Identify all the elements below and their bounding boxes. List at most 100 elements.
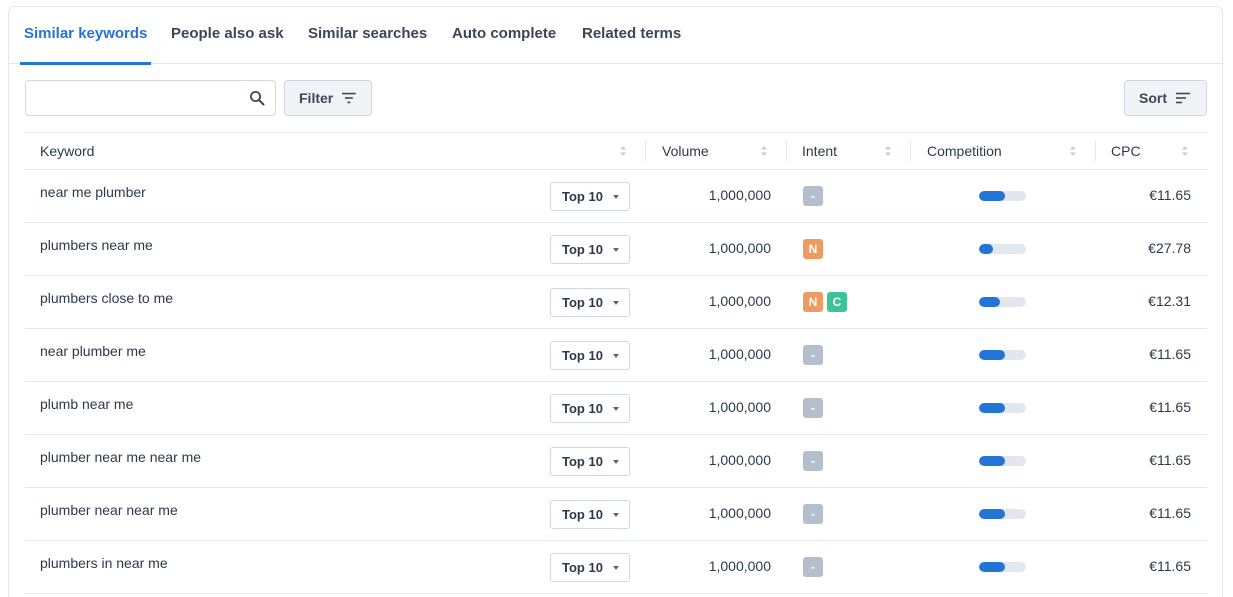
rank-dropdown-label: Top 10 [562, 507, 603, 522]
intent-badge: N [803, 292, 823, 312]
table-row: plumbers near me Top 10 1,000,000 N €27.… [25, 223, 1207, 276]
rank-dropdown[interactable]: Top 10 [550, 182, 630, 211]
competition-bar [979, 350, 1026, 360]
intent-badge: - [803, 451, 823, 471]
tab-auto-complete[interactable]: Auto complete [452, 7, 556, 64]
column-header-volume[interactable]: Volume [662, 133, 709, 170]
volume-cell: 1,000,000 [708, 558, 771, 574]
sort-arrows-icon[interactable] [1181, 145, 1189, 157]
sort-arrows-icon[interactable] [760, 145, 768, 157]
volume-cell: 1,000,000 [708, 399, 771, 415]
cpc-cell: €11.65 [1149, 399, 1191, 415]
intent-cell: N C [803, 292, 847, 312]
column-divider [645, 141, 646, 161]
table-row: plumbers in near me Top 10 1,000,000 - €… [25, 541, 1207, 594]
competition-bar [979, 297, 1026, 307]
table-row: plumb near me Top 10 1,000,000 - €11.65 [25, 382, 1207, 435]
column-header-competition[interactable]: Competition [927, 133, 1002, 170]
cpc-cell: €11.65 [1149, 346, 1191, 362]
intent-cell: - [803, 186, 823, 206]
rank-dropdown[interactable]: Top 10 [550, 394, 630, 423]
keyword-cell: plumber near me near me [40, 449, 202, 465]
rank-dropdown[interactable]: Top 10 [550, 341, 630, 370]
sort-arrows-icon[interactable] [619, 145, 627, 157]
competition-bar [979, 191, 1026, 201]
cpc-cell: €11.65 [1149, 558, 1191, 574]
rank-dropdown[interactable]: Top 10 [550, 235, 630, 264]
competition-bar [979, 562, 1026, 572]
competition-bar-fill [979, 297, 1001, 307]
keywords-table: Keyword Volume Intent Competition CPC ne… [25, 132, 1207, 594]
column-divider [910, 141, 911, 161]
volume-cell: 1,000,000 [708, 293, 771, 309]
intent-cell: - [803, 345, 823, 365]
column-divider [786, 141, 787, 161]
competition-bar-fill [979, 403, 1005, 413]
competition-bar-fill [979, 562, 1005, 572]
intent-cell: N [803, 239, 823, 259]
rank-dropdown-label: Top 10 [562, 560, 603, 575]
intent-cell: - [803, 504, 823, 524]
keywords-panel: Similar keywords People also ask Similar… [8, 6, 1223, 597]
keyword-cell: plumb near me [40, 396, 134, 412]
caret-down-icon [612, 353, 619, 358]
intent-badge: N [803, 239, 823, 259]
keyword-cell: near me plumber [40, 184, 146, 200]
caret-down-icon [612, 300, 619, 305]
caret-down-icon [612, 247, 619, 252]
search-icon[interactable] [249, 90, 265, 106]
competition-bar [979, 403, 1026, 413]
competition-bar-fill [979, 191, 1005, 201]
search-input[interactable] [34, 87, 239, 109]
sort-arrows-icon[interactable] [1069, 145, 1077, 157]
table-header: Keyword Volume Intent Competition CPC [25, 132, 1207, 170]
rank-dropdown-label: Top 10 [562, 401, 603, 416]
rank-dropdown[interactable]: Top 10 [550, 447, 630, 476]
cpc-cell: €27.78 [1148, 240, 1191, 256]
rank-dropdown[interactable]: Top 10 [550, 500, 630, 529]
tab-similar-searches[interactable]: Similar searches [308, 7, 427, 64]
caret-down-icon [612, 459, 619, 464]
competition-bar-fill [979, 456, 1005, 466]
volume-cell: 1,000,000 [708, 240, 771, 256]
intent-cell: - [803, 557, 823, 577]
competition-bar-fill [979, 350, 1005, 360]
sort-arrows-icon[interactable] [884, 145, 892, 157]
tab-people-also-ask[interactable]: People also ask [171, 7, 284, 64]
rank-dropdown[interactable]: Top 10 [550, 288, 630, 317]
intent-badge: - [803, 398, 823, 418]
keyword-cell: plumbers near me [40, 237, 153, 253]
rank-dropdown-label: Top 10 [562, 242, 603, 257]
column-header-intent[interactable]: Intent [802, 133, 837, 170]
caret-down-icon [612, 512, 619, 517]
tab-related-terms[interactable]: Related terms [582, 7, 681, 64]
column-header-keyword[interactable]: Keyword [40, 133, 94, 170]
volume-cell: 1,000,000 [708, 346, 771, 362]
intent-badge: C [827, 292, 847, 312]
table-body: near me plumber Top 10 1,000,000 - €11.6… [25, 170, 1207, 594]
cpc-cell: €11.65 [1149, 505, 1191, 521]
sort-button[interactable]: Sort [1124, 80, 1207, 116]
column-header-cpc[interactable]: CPC [1111, 133, 1141, 170]
rank-dropdown-label: Top 10 [562, 348, 603, 363]
intent-badge: - [803, 557, 823, 577]
caret-down-icon [612, 565, 619, 570]
competition-bar-fill [979, 509, 1005, 519]
rank-dropdown-label: Top 10 [562, 295, 603, 310]
intent-cell: - [803, 398, 823, 418]
tab-similar-keywords[interactable]: Similar keywords [19, 7, 152, 65]
intent-badge: - [803, 186, 823, 206]
table-row: near me plumber Top 10 1,000,000 - €11.6… [25, 170, 1207, 223]
filter-button-label: Filter [299, 90, 334, 106]
competition-bar [979, 456, 1026, 466]
rank-dropdown[interactable]: Top 10 [550, 553, 630, 582]
table-row: near plumber me Top 10 1,000,000 - €11.6… [25, 329, 1207, 382]
competition-bar [979, 509, 1026, 519]
table-row: plumber near me near me Top 10 1,000,000… [25, 435, 1207, 488]
keyword-cell: plumbers close to me [40, 290, 174, 306]
volume-cell: 1,000,000 [708, 452, 771, 468]
intent-badge: - [803, 345, 823, 365]
filter-button[interactable]: Filter [284, 80, 372, 116]
keyword-cell: near plumber me [40, 343, 146, 359]
intent-badge: - [803, 504, 823, 524]
